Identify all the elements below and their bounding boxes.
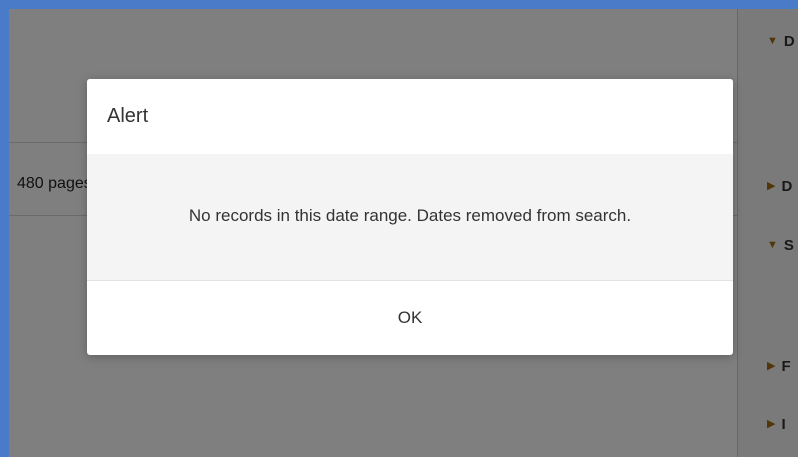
alert-footer: OK — [87, 281, 733, 355]
alert-message: No records in this date range. Dates rem… — [188, 206, 632, 225]
alert-header: Alert — [87, 79, 733, 154]
page-frame: 480 pages ▼ D ▶ D ▼ S ▶ F ▶ I Alert No r… — [9, 9, 798, 457]
alert-dialog: Alert No records in this date range. Dat… — [87, 79, 733, 355]
alert-title: Alert — [107, 105, 149, 127]
alert-body: No records in this date range. Dates rem… — [87, 154, 733, 281]
ok-button[interactable]: OK — [87, 281, 733, 355]
